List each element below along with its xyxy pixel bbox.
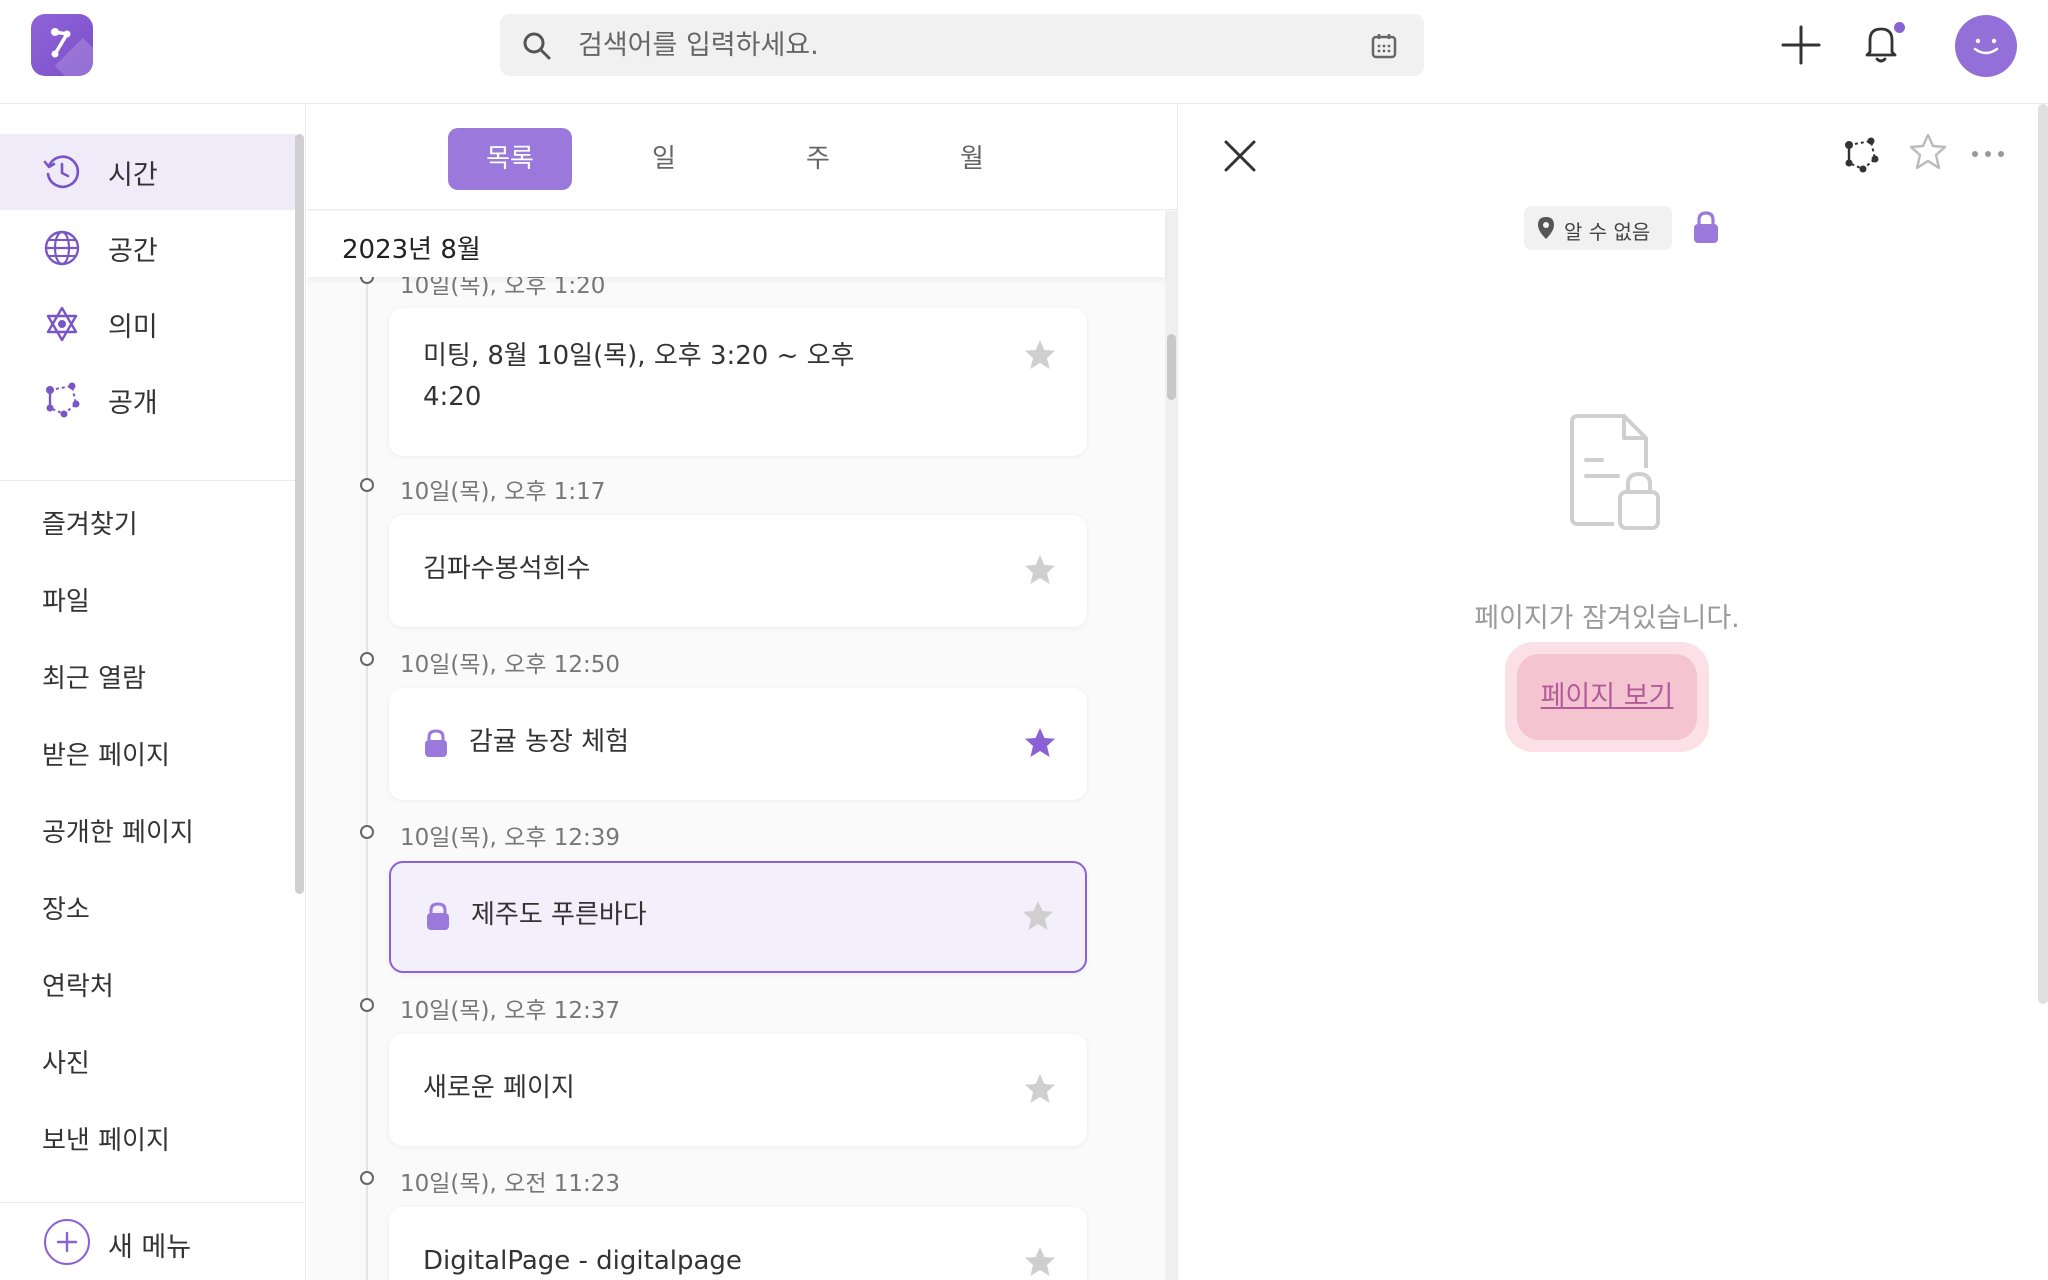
locked-document-icon [1570,414,1660,530]
tab-day[interactable]: 일 [602,128,726,190]
sidebar-divider [0,480,296,481]
item-title: 김파수봉석희수 [423,554,591,584]
month-header: 2023년 8월 [307,211,1165,277]
timeline-timestamp: 10일(목), 오후 12:37 [400,998,621,1024]
star-icon[interactable] [1023,553,1057,587]
app-logo[interactable] [31,14,93,76]
top-bar [0,0,2048,104]
plus-circle-icon [44,1219,90,1265]
timeline-timestamp: 10일(목), 오후 12:39 [400,825,621,851]
clock-history-icon [43,155,80,189]
view-tabs: 목록 일 주 월 [307,104,1177,210]
detail-scrollbar[interactable] [2038,104,2048,1004]
timeline-line [366,264,368,1280]
view-page-button-focus-ring: 페이지 보기 [1505,642,1709,752]
tab-week[interactable]: 주 [756,128,880,190]
sidebar-link-files[interactable]: 파일 [42,581,90,618]
list-item[interactable]: 김파수봉석희수 [389,515,1087,627]
list-item[interactable]: 감귤 농장 체험 [389,688,1087,800]
sidebar-item-public[interactable]: 공개 [0,362,296,438]
timeline-timestamp: 10일(목), 오후 12:50 [400,652,621,678]
sidebar-link-photos[interactable]: 사진 [42,1043,90,1080]
new-menu-button[interactable]: 새 메뉴 [0,1202,305,1280]
sidebar-item-time[interactable]: 시간 [0,134,296,210]
sidebar-scrollbar[interactable] [295,134,304,894]
sidebar-item-space[interactable]: 공간 [0,210,296,286]
list-item[interactable]: 미팅, 8월 10일(목), 오후 3:20 ~ 오후 4:20 [389,308,1087,456]
timeline-pane: 목록 일 주 월 10일(목), 오후 1:20 미팅, 8월 10일(목), … [307,104,1177,1280]
detail-pane: 알 수 없음 페이지가 잠겨있습니다. 페이지 보기 [1177,104,2048,1280]
sidebar-link-published[interactable]: 공개한 페이지 [42,812,194,849]
lock-icon[interactable] [1692,210,1720,244]
sidebar-item-meaning[interactable]: 의미 [0,286,296,362]
location-pin-icon [1538,217,1554,239]
sidebar-link-contacts[interactable]: 연락처 [42,966,114,1003]
avatar[interactable] [1955,15,2017,77]
share-network-icon [46,382,80,418]
star-icon[interactable] [1023,338,1057,372]
calendar-icon[interactable] [1370,32,1398,60]
list-item-selected[interactable]: 제주도 푸른바다 [389,861,1087,973]
timeline-dot [360,825,374,839]
timeline-scrollbar[interactable] [1167,334,1176,400]
item-title: 미팅, 8월 10일(목), 오후 3:20 ~ 오후 4:20 [423,341,855,412]
add-icon[interactable] [1778,22,1824,68]
sidebar-link-places[interactable]: 장소 [42,889,90,926]
share-network-icon[interactable] [1840,134,1882,176]
star-icon[interactable] [1023,726,1057,760]
list-item[interactable]: 새로운 페이지 [389,1034,1087,1146]
month-label: 2023년 8월 [342,235,481,265]
tab-list[interactable]: 목록 [448,128,572,190]
item-title: 새로운 페이지 [423,1073,575,1103]
search-bar [500,14,1424,76]
sidebar-link-sent[interactable]: 보낸 페이지 [42,1120,170,1157]
item-title: DigitalPage - digitalpage [423,1246,742,1276]
lock-icon [425,729,447,757]
location-label: 알 수 없음 [1564,220,1651,244]
tab-month[interactable]: 월 [910,128,1034,190]
item-title: 제주도 푸른바다 [471,900,647,930]
timeline-timestamp: 10일(목), 오후 1:17 [400,479,606,505]
search-icon [523,32,551,60]
smile-icon [1973,38,1999,55]
sidebar-link-recent[interactable]: 최근 열람 [42,658,146,695]
timeline-dot [360,478,374,492]
sidebar-item-label: 의미 [108,311,158,343]
hexagram-icon [46,306,78,342]
timeline-dot [360,998,374,1012]
star-outline-icon[interactable] [1908,132,1948,172]
timeline-timestamp: 10일(목), 오전 11:23 [400,1171,621,1197]
sidebar-link-received[interactable]: 받은 페이지 [42,735,170,772]
sidebar-link-favorites[interactable]: 즐겨찾기 [42,504,138,541]
list-item[interactable]: DigitalPage - digitalpage [389,1207,1087,1280]
location-chip[interactable]: 알 수 없음 [1524,206,1672,250]
item-title: 감귤 농장 체험 [469,727,630,757]
sidebar: 시간 공간 의미 공개 즐겨찾기 파일 최근 열람 받은 페이지 공개한 페이지… [0,104,306,1280]
locked-message: 페이지가 잠겨있습니다. [1474,603,1740,634]
timeline-dot [360,1171,374,1185]
globe-icon [44,230,80,266]
view-page-button[interactable]: 페이지 보기 [1517,654,1697,740]
star-icon[interactable] [1021,899,1055,933]
timeline-dot [360,652,374,666]
notification-dot [1894,22,1905,33]
sidebar-item-label: 공간 [108,235,158,267]
lock-icon [427,902,449,930]
search-input[interactable] [578,14,1338,76]
close-icon[interactable] [1222,138,1258,174]
new-menu-label: 새 메뉴 [108,1232,192,1263]
sidebar-item-label: 시간 [108,159,158,191]
star-icon[interactable] [1023,1072,1057,1106]
more-icon[interactable] [1970,148,2006,160]
sidebar-item-label: 공개 [108,387,158,419]
star-icon[interactable] [1023,1245,1057,1279]
